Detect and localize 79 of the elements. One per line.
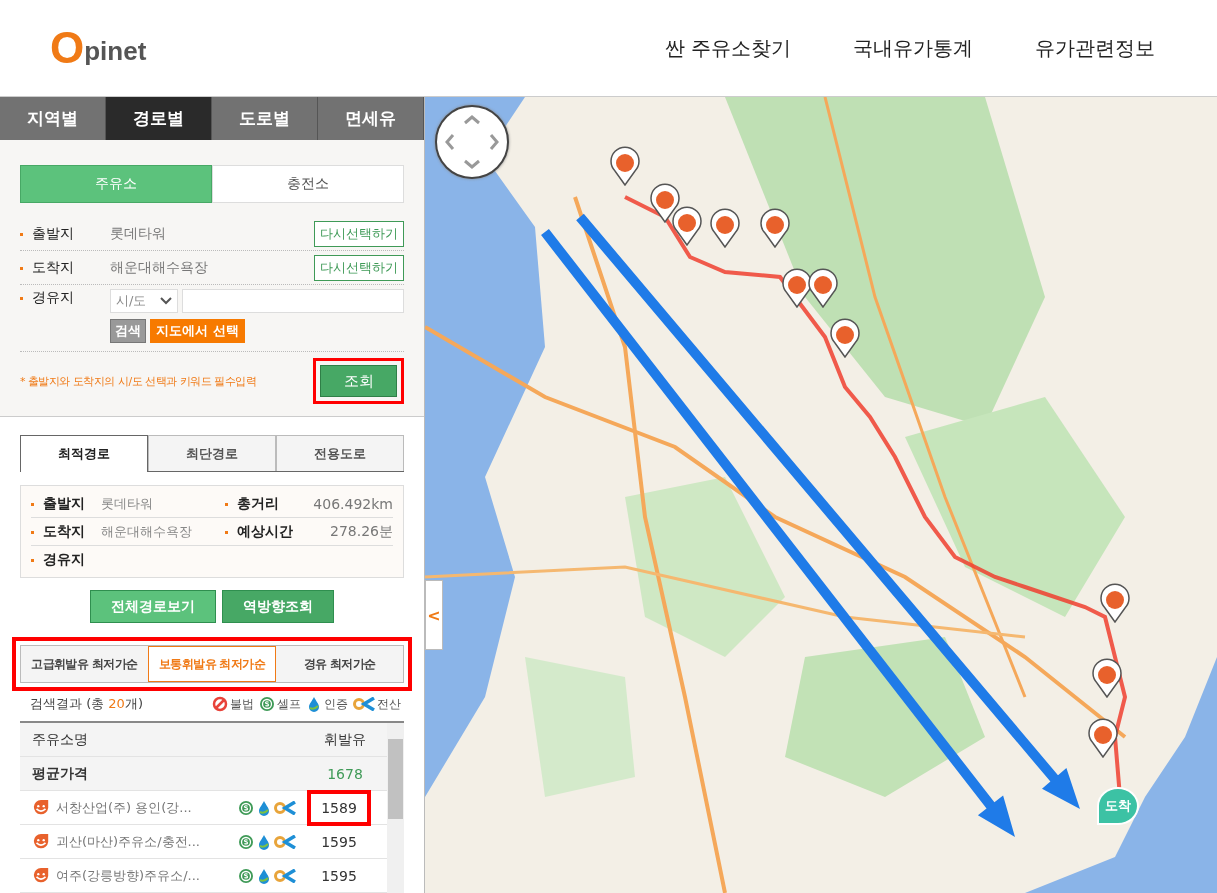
province-select[interactable]: 시/도: [110, 289, 178, 313]
station-name[interactable]: 괴산(마산)주유소/충전...: [56, 832, 236, 851]
reselect-button[interactable]: 다시선택하기: [314, 254, 404, 281]
duration-label: 예상시간: [225, 522, 313, 541]
region-tab[interactable]: 면세유: [318, 97, 424, 140]
notice-text: * 출발지와 도착지의 시/도 선택과 키워드 필수입력: [20, 373, 257, 389]
region-tab[interactable]: 경로별: [106, 97, 212, 140]
legend-label: 불법: [230, 695, 254, 713]
waypoint-label: 경유지: [20, 289, 110, 307]
station-pin-icon[interactable]: [610, 146, 640, 186]
legend-label: 셀프: [277, 695, 301, 713]
origin-label: 출발지: [20, 224, 110, 243]
route-action-button[interactable]: 역방향조회: [222, 590, 334, 623]
nav-link[interactable]: 유가관련정보: [1035, 34, 1155, 62]
origin-label: 출발지: [31, 494, 101, 513]
select-on-map-button[interactable]: 지도에서 선택: [150, 319, 245, 343]
fuel-sort-tab[interactable]: 보통휘발유 최저가순: [147, 646, 277, 682]
distance-label: 총거리: [225, 494, 313, 513]
keyword-input[interactable]: [182, 289, 404, 313]
station-name[interactable]: 여주(강릉방향)주유소/...: [56, 866, 236, 885]
price-value: 1595: [320, 832, 358, 852]
scrollbar[interactable]: [387, 723, 404, 893]
station-pin-icon[interactable]: [808, 268, 838, 308]
origin-value: 롯데타워: [101, 494, 153, 513]
station-pin-icon[interactable]: [760, 208, 790, 248]
brand-logo-icon: [32, 866, 50, 885]
station-pin-icon[interactable]: [672, 206, 702, 246]
column-header: 주유소명: [32, 730, 89, 749]
origin-value: 롯데타워: [110, 224, 167, 243]
average-price-value: 1678: [326, 765, 364, 782]
waypoint-label: 경유지: [31, 550, 101, 569]
chevron-down-icon: [160, 297, 172, 305]
water-drop-icon: [306, 696, 322, 712]
station-pin-icon[interactable]: [1088, 718, 1118, 758]
region-tab[interactable]: 지역별: [0, 97, 106, 140]
station-pin-icon[interactable]: [650, 183, 680, 223]
reselect-button[interactable]: 다시선택하기: [314, 220, 404, 247]
search-submit-button[interactable]: 조회: [320, 365, 397, 397]
logo-text: pinet: [84, 36, 147, 67]
route-tab[interactable]: 최적경로: [20, 435, 148, 472]
station-row[interactable]: 괴산(마산)주유소/충전... 1595: [20, 825, 387, 859]
station-type-tab[interactable]: 충전소: [212, 165, 404, 203]
network-logo-icon: [353, 697, 375, 711]
station-row[interactable]: 여주(강릉방향)주유소/... 1595: [20, 859, 387, 893]
brand-logo-icon: [32, 798, 50, 817]
prohibited-icon: [212, 696, 228, 712]
opinet-logo[interactable]: Opinet: [50, 26, 147, 70]
station-pin-icon[interactable]: [710, 208, 740, 248]
destination-label: 도착지: [31, 522, 101, 541]
station-pin-icon[interactable]: [782, 268, 812, 308]
duration-value: 278.26분: [329, 522, 393, 541]
destination-value: 해운대해수욕장: [101, 522, 192, 541]
region-tab[interactable]: 도로별: [212, 97, 318, 140]
collapse-panel-button[interactable]: <: [425, 580, 443, 650]
station-pin-icon[interactable]: [1100, 583, 1130, 623]
destination-value: 해운대해수욕장: [110, 258, 209, 277]
price-value: 1589: [307, 789, 371, 826]
brand-logo-icon: [32, 832, 50, 851]
nav-link[interactable]: 싼 주유소찾기: [664, 34, 791, 62]
logo-mark: O: [50, 26, 85, 70]
distance-value: 406.492km: [313, 495, 393, 512]
result-count: 검색결과 (총 20개): [29, 695, 143, 713]
legend-label: 인증: [324, 695, 348, 713]
search-button[interactable]: 검색: [110, 319, 146, 343]
nav-link[interactable]: 국내유가통계: [853, 34, 973, 62]
station-row[interactable]: 서창산업(주) 용인(강... 1589: [20, 791, 387, 825]
station-pin-icon[interactable]: [1092, 658, 1122, 698]
route-tab[interactable]: 전용도로: [276, 435, 404, 471]
column-header: 휘발유: [323, 730, 367, 749]
route-tab[interactable]: 최단경로: [148, 435, 276, 471]
station-pin-icon[interactable]: [830, 318, 860, 358]
fuel-sort-tab[interactable]: 경유 최저가순: [276, 646, 403, 682]
fuel-sort-tab[interactable]: 고급휘발유 최저가순: [21, 646, 148, 682]
legend-label: 전산: [377, 695, 401, 713]
destination-label: 도착지: [20, 258, 110, 277]
price-value: 1595: [320, 866, 358, 886]
station-name[interactable]: 서창산업(주) 용인(강...: [56, 798, 236, 817]
self-service-icon: [259, 696, 275, 712]
average-price-label: 평균가격: [32, 764, 89, 783]
